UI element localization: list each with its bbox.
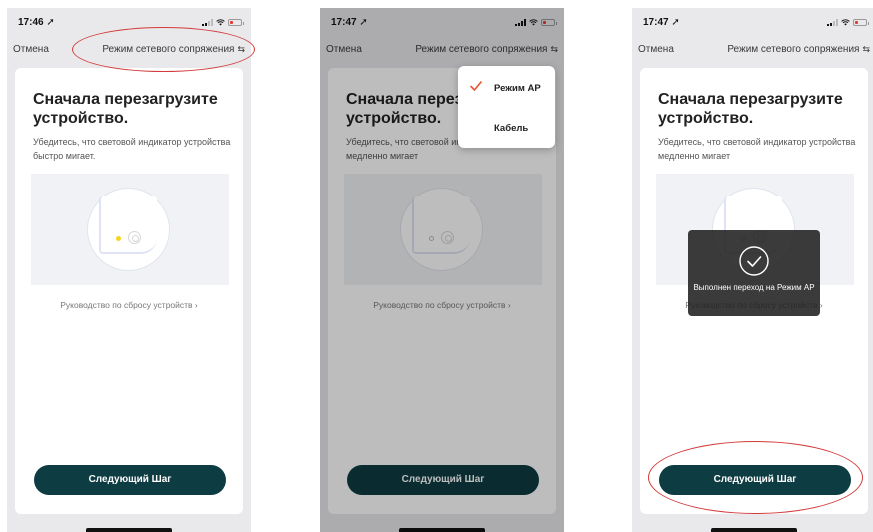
pairing-mode-button[interactable]: Режим сетевого сопряжения ⇆ (102, 44, 245, 55)
mode-switched-toast: Выполнен переход на Режим AP (688, 230, 820, 316)
status-icons (202, 18, 244, 26)
screenshot-stage: 17:46 ➚ Отмена Режим сетевого сопряжения… (0, 0, 873, 532)
switch-arrows-icon: ⇆ (862, 44, 870, 54)
home-indicator (711, 528, 797, 532)
phone-screen-3: 17:47 ➚ Отмена Режим сетевого сопряжения… (632, 8, 873, 532)
top-nav: Отмена Режим сетевого сопряжения ⇆ (632, 40, 873, 60)
cancel-button[interactable]: Отмена (13, 44, 49, 55)
indicator-light-icon (116, 236, 121, 241)
pairing-mode-label: Режим сетевого сопряжения (727, 44, 860, 55)
phone-screen-2: 17:47 ➚ Отмена Режим сетевого сопряжения… (320, 8, 564, 532)
top-nav: Отмена Режим сетевого сопряжения ⇆ (7, 40, 251, 60)
reset-guide-link[interactable]: Руководство по сбросу устройств › (15, 300, 243, 310)
signal-icon (827, 18, 838, 26)
cancel-button[interactable]: Отмена (638, 44, 674, 55)
menu-item-cable[interactable]: Кабель (458, 108, 555, 148)
pairing-mode-label: Режим сетевого сопряжения (102, 44, 235, 55)
status-time: 17:46 ➚ (18, 17, 55, 28)
pairing-mode-menu: Режим AP Кабель (458, 66, 555, 148)
menu-item-label: Кабель (494, 123, 529, 134)
checkmark-circle-icon (739, 246, 769, 276)
instruction-text: Убедитесь, что световой индикатор устрой… (658, 137, 856, 161)
toast-message: Выполнен переход на Режим AP (693, 283, 815, 292)
home-indicator (86, 528, 172, 532)
menu-item-label: Режим AP (494, 83, 541, 94)
page-title: Сначала перезагрузите устройство. (33, 91, 218, 127)
next-step-button[interactable]: Следующий Шаг (659, 465, 851, 495)
status-time: 17:47 ➚ (643, 17, 680, 28)
signal-icon (202, 18, 213, 26)
next-step-button[interactable]: Следующий Шаг (34, 465, 226, 495)
wifi-icon (216, 18, 225, 25)
instruction-text: Убедитесь, что световой индикатор устрой… (33, 137, 231, 161)
phone-screen-1: 17:46 ➚ Отмена Режим сетевого сопряжения… (7, 8, 251, 532)
pairing-mode-button[interactable]: Режим сетевого сопряжения ⇆ (727, 44, 870, 55)
battery-icon (853, 18, 869, 26)
status-bar: 17:47 ➚ (632, 8, 873, 36)
wifi-icon (841, 18, 850, 25)
checkmark-icon (470, 81, 482, 91)
battery-icon (228, 18, 244, 26)
power-icon (128, 231, 141, 244)
status-icons (827, 18, 869, 26)
menu-item-ap-mode[interactable]: Режим AP (458, 68, 555, 108)
switch-arrows-icon: ⇆ (237, 44, 245, 54)
page-title: Сначала перезагрузите устройство. (658, 91, 843, 127)
instruction-card: Сначала перезагрузите устройство. Убедит… (15, 68, 243, 514)
status-bar: 17:46 ➚ (7, 8, 251, 36)
device-illustration (31, 174, 229, 285)
device-image (99, 196, 157, 254)
